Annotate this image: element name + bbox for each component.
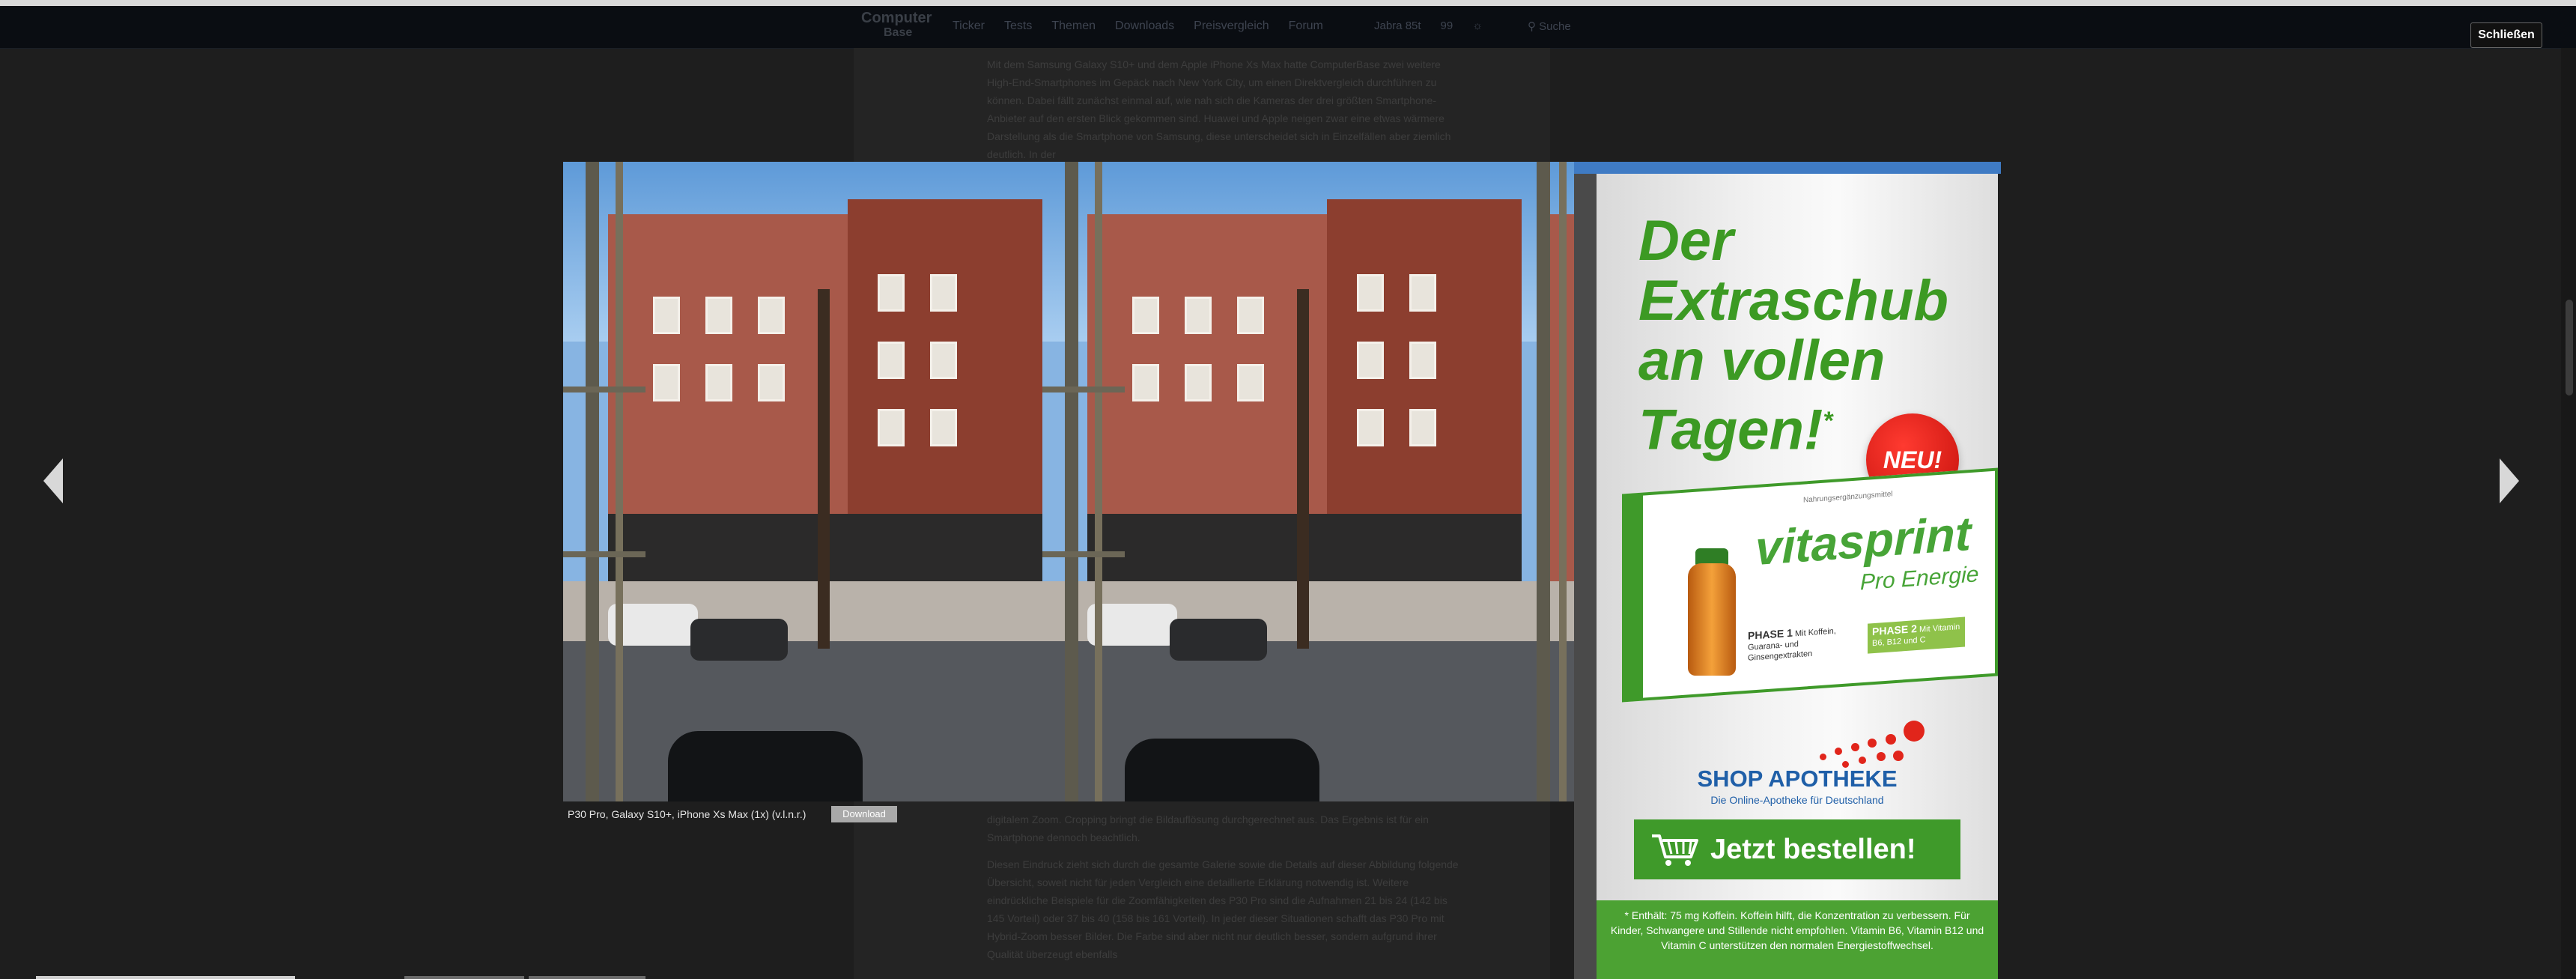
gallery-image: [563, 162, 1597, 801]
ad-headline-line-2: Extraschub: [1638, 269, 1948, 333]
photo-panel-p30-pro: [563, 162, 1042, 801]
photo-panel-galaxy-s10-plus: [1042, 162, 1522, 801]
ad-headline-line-3: an vollen: [1638, 329, 1886, 392]
ad-frame-side: [1574, 174, 1597, 979]
nav-item-ticker[interactable]: Ticker: [953, 19, 985, 33]
ad-frame-top: [1574, 162, 2001, 174]
phase-2-label: PHASE 2 Mit Vitamin B6, B12 und C: [1868, 616, 1965, 654]
nav-item-preisvergleich[interactable]: Preisvergleich: [1194, 19, 1269, 33]
article-paragraph-1: Mit dem Samsung Galaxy S10+ und dem Appl…: [987, 58, 1451, 160]
bottom-divider-1: [404, 976, 524, 979]
header-tool-user[interactable]: Jabra 85t: [1374, 19, 1421, 32]
product-pack: Nahrungsergänzungsmittel vitasprint Pro …: [1622, 467, 1998, 703]
logo-line-1: Computer: [861, 10, 932, 26]
article-paragraph-3: Diesen Eindruck zieht sich durch die ges…: [987, 858, 1459, 960]
bottom-progress-line: [36, 976, 295, 979]
logo-line-2: Base: [884, 26, 913, 39]
phase-1-label: PHASE 1 Mit Koffein, Guarana- und Ginsen…: [1748, 622, 1860, 663]
scrollbar-track[interactable]: [2561, 48, 2576, 979]
search-label: Suche: [1539, 20, 1571, 33]
main-nav: Ticker Tests Themen Downloads Preisvergl…: [953, 19, 1323, 33]
nav-item-tests[interactable]: Tests: [1004, 19, 1032, 33]
search-link[interactable]: ⚲ Suche: [1528, 19, 1571, 33]
chevron-left-icon[interactable]: [43, 458, 63, 503]
scrollbar-thumb[interactable]: [2566, 300, 2573, 395]
chevron-right-icon[interactable]: [2500, 458, 2519, 503]
nav-item-downloads[interactable]: Downloads: [1115, 19, 1174, 33]
image-caption: P30 Pro, Galaxy S10+, iPhone Xs Max (1x)…: [568, 808, 806, 820]
ad-footnote: * Enthält: 75 mg Koffein. Koffein hilft,…: [1597, 900, 1998, 979]
theme-toggle-icon[interactable]: ☼: [1472, 19, 1483, 32]
phase-2-title: PHASE 2: [1872, 622, 1917, 638]
download-button[interactable]: Download: [831, 806, 897, 822]
site-header: Computer Base Ticker Tests Themen Downlo…: [0, 6, 2576, 49]
shop-name: SHOP APOTHEKE: [1697, 766, 1898, 792]
bottom-divider-2: [529, 976, 645, 979]
pack-note: Nahrungsergänzungsmittel: [1803, 490, 1893, 505]
product-bottle: [1688, 563, 1736, 676]
header-tools: Jabra 85t 99 ☼: [1374, 19, 1483, 32]
shopping-cart-icon: [1652, 834, 1698, 866]
ad-headline-mark: *: [1823, 407, 1833, 435]
site-logo[interactable]: Computer Base: [861, 10, 940, 43]
order-now-button[interactable]: Jetzt bestellen!: [1634, 819, 1960, 879]
nav-item-themen[interactable]: Themen: [1051, 19, 1096, 33]
ad-headline-line-1: Der: [1638, 209, 1734, 273]
advertisement[interactable]: Der Extraschub an vollen Tagen!* NEU! Na…: [1597, 174, 1998, 979]
article-paragraph-2: digitalem Zoom. Cropping bringt die Bild…: [987, 813, 1429, 843]
shop-tagline: Die Online-Apotheke für Deutschland: [1710, 794, 1884, 806]
search-icon: ⚲: [1528, 20, 1540, 33]
nav-item-forum[interactable]: Forum: [1289, 19, 1323, 33]
lightbox-close-button[interactable]: Schließen: [2470, 22, 2542, 48]
browser-top-strip: [0, 0, 2576, 6]
header-tool-count[interactable]: 99: [1441, 19, 1453, 32]
order-now-label: Jetzt bestellen!: [1710, 834, 1916, 865]
phase-1-title: PHASE 1: [1748, 626, 1793, 642]
